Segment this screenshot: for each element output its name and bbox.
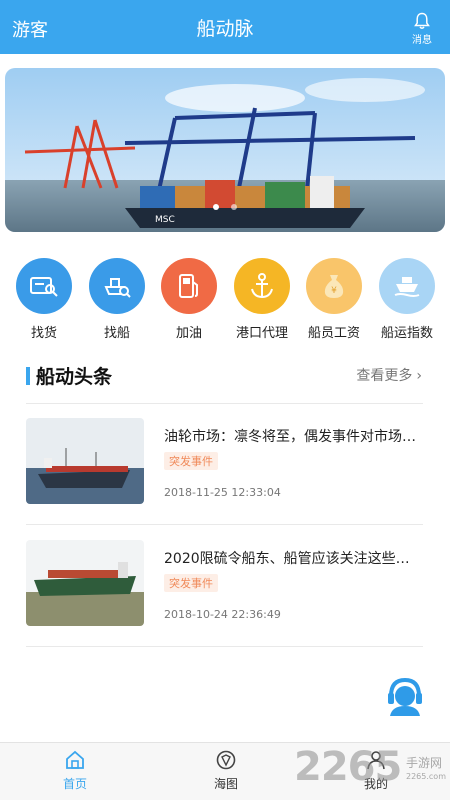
action-shipping-index[interactable]: 船运指数	[370, 258, 444, 341]
app-header: 游客 船动脉 消息	[0, 0, 450, 54]
nav-home[interactable]: 首页	[45, 749, 105, 792]
section-title: 船动头条	[36, 366, 113, 388]
news-item[interactable]: 油轮市场：凛冬将至，偶发事件对市场… 突发事件 2018-11-25 12:33…	[26, 418, 423, 528]
view-more-label: 查看更多	[356, 368, 413, 384]
action-label: 找船	[103, 326, 130, 341]
customer-service-button[interactable]	[384, 674, 426, 716]
news-tag: 突发事件	[164, 452, 218, 470]
find-ship-icon	[89, 258, 145, 314]
carousel-dot[interactable]	[213, 204, 220, 210]
nav-sea-chart[interactable]: 海图	[196, 749, 256, 792]
quick-actions: 找货 找船 加油 港口代理 ¥ 船员工资 船运指数	[0, 258, 450, 343]
headset-icon	[388, 677, 422, 716]
view-more-link[interactable]: 查看更多 ›	[356, 365, 422, 385]
action-fuel[interactable]: 加油	[152, 258, 226, 341]
watermark-number: 2265	[294, 744, 402, 790]
headline-section-header: 船动头条 查看更多 ›	[0, 360, 450, 390]
news-thumbnail	[26, 418, 144, 504]
anchor-icon	[234, 258, 290, 314]
news-thumbnail	[26, 540, 144, 626]
ship-name: MSC	[155, 215, 175, 225]
divider	[26, 524, 423, 525]
app-title: 船动脉	[196, 18, 254, 40]
chart-map-icon	[216, 750, 236, 770]
home-icon	[66, 750, 84, 769]
news-tag: 突发事件	[164, 574, 218, 592]
bell-icon	[414, 12, 430, 29]
news-time: 2018-10-24 22:36:49	[164, 608, 281, 621]
section-accent-bar	[26, 367, 30, 385]
action-label: 港口代理	[235, 326, 288, 341]
divider	[26, 403, 423, 404]
news-time: 2018-11-25 12:33:04	[164, 486, 281, 499]
message-label: 消息	[412, 35, 432, 46]
banner-carousel[interactable]: MSC	[5, 68, 445, 232]
watermark-host: 2265.com	[406, 772, 446, 781]
news-title: 油轮市场：凛冬将至，偶发事件对市场…	[164, 429, 416, 445]
action-label: 找货	[30, 326, 57, 341]
find-cargo-icon	[16, 258, 72, 314]
action-label: 船员工资	[307, 326, 360, 341]
site-watermark: 2265 手游网 2265.com	[294, 744, 450, 794]
watermark-site: 手游网	[406, 756, 443, 770]
chevron-right-icon: ›	[416, 368, 422, 384]
action-label: 船运指数	[380, 326, 433, 341]
fuel-icon	[161, 258, 217, 314]
action-crew-wage[interactable]: ¥ 船员工资	[297, 258, 371, 341]
divider	[26, 646, 423, 647]
money-bag-icon: ¥	[306, 258, 362, 314]
nav-label: 海图	[213, 777, 238, 791]
carousel-dot[interactable]	[230, 204, 237, 210]
svg-text:¥: ¥	[331, 286, 337, 296]
action-port-agent[interactable]: 港口代理	[225, 258, 299, 341]
news-item[interactable]: 2020限硫令船东、船管应该关注这些… 突发事件 2018-10-24 22:3…	[26, 540, 423, 650]
action-find-ship[interactable]: 找船	[80, 258, 154, 341]
message-button[interactable]: 消息	[408, 12, 436, 46]
action-label: 加油	[175, 326, 202, 341]
nav-label: 首页	[62, 777, 87, 791]
carousel-dots	[5, 195, 445, 214]
ship-index-icon	[379, 258, 435, 314]
action-find-cargo[interactable]: 找货	[7, 258, 81, 341]
news-title: 2020限硫令船东、船管应该关注这些…	[164, 551, 410, 567]
